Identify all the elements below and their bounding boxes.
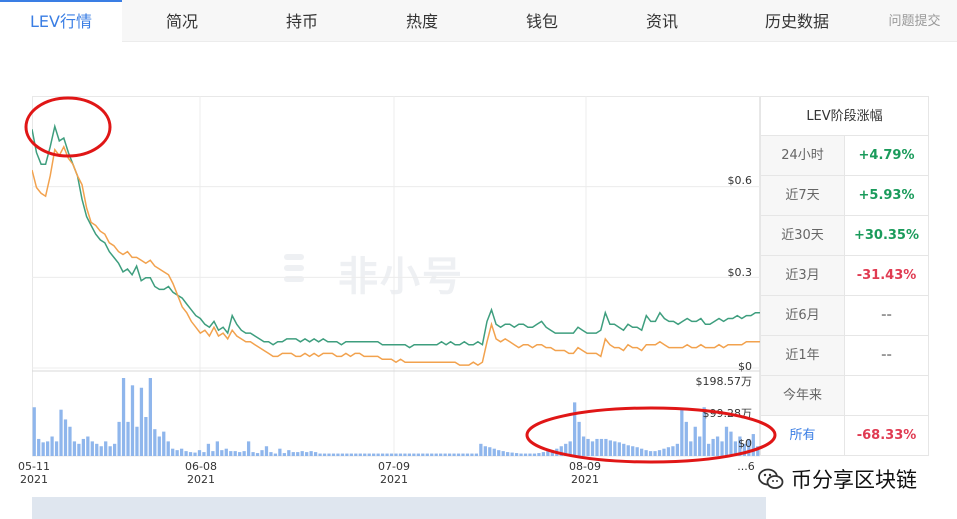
range-slider[interactable] (32, 497, 766, 519)
wechat-account-name: 币分享区块链 (791, 468, 917, 492)
annotation-circle-end (525, 406, 777, 464)
wechat-icon (758, 468, 784, 489)
annotation-layer (24, 96, 777, 464)
wechat-source-badge: 币分享区块链 (757, 461, 917, 497)
annotation-circle-start (24, 96, 112, 158)
